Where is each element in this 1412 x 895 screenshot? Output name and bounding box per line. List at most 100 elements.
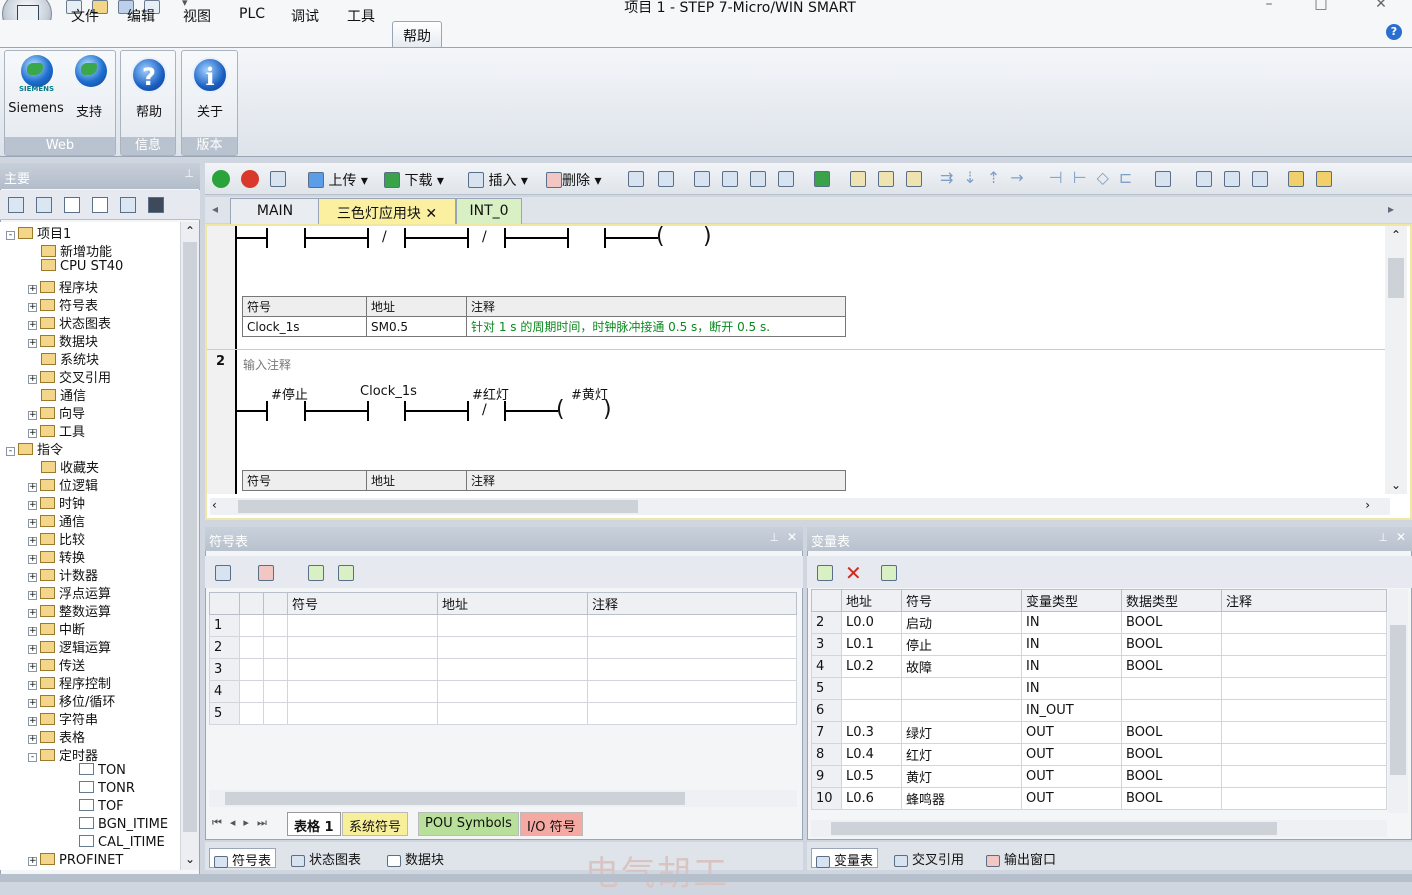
expand-icon[interactable]: + <box>28 573 37 582</box>
collapse-icon[interactable]: - <box>6 231 15 240</box>
menu-help[interactable]: 帮助 <box>392 21 442 48</box>
tree-item[interactable]: + 符号表 <box>28 295 98 314</box>
expand-icon[interactable]: + <box>28 591 37 600</box>
tree-item[interactable]: TOF <box>66 799 124 817</box>
menu-edit[interactable]: 编辑 <box>127 4 155 26</box>
scroll-thumb[interactable] <box>831 822 1277 835</box>
tree-item[interactable]: + 中断 <box>28 619 85 638</box>
scroll-thumb[interactable] <box>238 500 638 513</box>
tree-item[interactable]: TON <box>66 763 126 781</box>
tree-scrollbar[interactable]: ⌃ ⌄ <box>180 222 199 870</box>
table-row[interactable]: 4 L0.2 故障 IN BOOL <box>811 655 1387 678</box>
tab-scroll-right-icon[interactable]: ▸ <box>1388 202 1394 216</box>
tab-scroll-left-icon[interactable]: ◂ <box>212 202 218 216</box>
variable-vertical-scrollbar[interactable] <box>1388 589 1408 813</box>
tree-item[interactable]: + 移位/循环 <box>28 691 115 710</box>
toolbar-icon-3[interactable] <box>694 171 710 187</box>
tree-item[interactable]: 通信 <box>28 385 86 404</box>
tree-item[interactable]: TONR <box>66 781 135 799</box>
tree-item[interactable]: + 通信 <box>28 511 85 530</box>
expand-icon[interactable]: + <box>28 285 37 294</box>
tree-item[interactable]: + 比较 <box>28 529 85 548</box>
tree-item[interactable]: + 浮点运算 <box>28 583 111 602</box>
tree-item[interactable]: + 位逻辑 <box>28 475 98 494</box>
tab-variable-table[interactable]: 变量表 <box>811 848 879 869</box>
table-row[interactable]: 3 <box>209 658 797 681</box>
collapse-icon[interactable]: - <box>6 447 15 456</box>
table-row[interactable]: 10 L0.6 蜂鸣器 OUT BOOL <box>811 787 1387 810</box>
scroll-up-icon[interactable]: ⌃ <box>185 224 195 238</box>
variable-icon-3[interactable] <box>881 565 897 581</box>
expand-icon[interactable]: + <box>28 699 37 708</box>
ladder-instruction-icons[interactable]: ⇉⇣⇡→ ⊣⊢◇⊏ <box>940 168 1142 187</box>
insert-row-icon[interactable] <box>215 565 231 581</box>
toolbar-icon-7[interactable] <box>814 171 830 187</box>
minimize-button[interactable]: – <box>1254 0 1284 12</box>
table-row[interactable]: 2 L0.0 启动 IN BOOL <box>811 611 1387 634</box>
table-row[interactable]: 5 IN <box>811 677 1387 700</box>
toolbar-icon-5[interactable] <box>750 171 766 187</box>
insert-variable-icon[interactable] <box>817 565 833 581</box>
tree-item[interactable]: + 字符串 <box>28 709 98 728</box>
table-row[interactable]: 4 <box>209 680 797 703</box>
expand-icon[interactable]: + <box>28 519 37 528</box>
expand-icon[interactable]: + <box>28 857 37 866</box>
scroll-down-icon[interactable]: ⌄ <box>185 852 195 866</box>
table-row[interactable]: 9 L0.5 黄灯 OUT BOOL <box>811 765 1387 788</box>
tree-item[interactable]: CAL_ITIME <box>66 835 165 853</box>
expand-icon[interactable]: + <box>28 429 37 438</box>
tab-io-symbols[interactable]: I/O 符号 <box>520 812 583 836</box>
symbol-icon-2[interactable] <box>338 565 354 581</box>
stop-icon[interactable] <box>241 170 259 188</box>
tree-item[interactable]: + 时钟 <box>28 493 85 512</box>
tree-item[interactable]: 收藏夹 <box>28 457 99 476</box>
menu-tools[interactable]: 工具 <box>347 4 375 26</box>
scroll-down-icon[interactable]: ⌄ <box>1391 478 1401 492</box>
operand-stop[interactable]: #停止 <box>271 384 308 403</box>
run-icon[interactable] <box>212 170 230 188</box>
tree-item[interactable]: - 定时器 <box>28 745 98 764</box>
scroll-thumb[interactable] <box>1388 258 1404 298</box>
menu-view[interactable]: 视图 <box>183 4 211 26</box>
table-row[interactable]: 7 L0.3 绿灯 OUT BOOL <box>811 721 1387 744</box>
panel-close-icon[interactable]: ✕ <box>787 530 797 544</box>
table-row[interactable]: 5 <box>209 702 797 725</box>
tab-three-color-light[interactable]: 三色灯应用块 ✕ <box>318 198 456 224</box>
help-icon[interactable]: ? <box>1386 24 1402 40</box>
tab-pou-symbols[interactable]: POU Symbols <box>418 812 519 836</box>
tree-item[interactable]: + 程序控制 <box>28 673 111 692</box>
tree-item[interactable]: + 计数器 <box>28 565 98 584</box>
table-row[interactable]: 2 <box>209 636 797 659</box>
collapse-icon[interactable]: - <box>28 753 37 762</box>
lock-icon[interactable] <box>850 171 866 187</box>
support-button[interactable]: 支持 <box>59 101 119 120</box>
tab-main[interactable]: MAIN <box>230 198 320 224</box>
scroll-left-icon[interactable]: ‹ <box>212 498 217 512</box>
tree-item[interactable]: - 指令 <box>6 439 63 458</box>
scroll-thumb[interactable] <box>183 242 197 832</box>
tree-item[interactable]: + 状态图表 <box>28 313 111 332</box>
table-row[interactable]: 3 L0.1 停止 IN BOOL <box>811 633 1387 656</box>
compile-icon[interactable] <box>270 171 286 187</box>
toolbar-icon-14[interactable] <box>1316 171 1332 187</box>
toolbar-icon-12[interactable] <box>1252 171 1268 187</box>
tree-item[interactable]: + 传送 <box>28 655 85 674</box>
tree-item[interactable]: + 逻辑运算 <box>28 637 111 656</box>
tab-cross-reference[interactable]: 交叉引用 <box>890 848 968 868</box>
expand-icon[interactable]: + <box>28 645 37 654</box>
toolbar-icon-1[interactable] <box>628 171 644 187</box>
expand-icon[interactable]: + <box>28 681 37 690</box>
window-icon[interactable] <box>120 197 136 213</box>
tab-output-window[interactable]: 输出窗口 <box>982 848 1060 868</box>
tree-item[interactable]: BGN_ITIME <box>66 817 168 835</box>
siemens-button[interactable]: Siemens <box>6 101 66 116</box>
expand-icon[interactable]: + <box>28 375 37 384</box>
toolbar-icon-11[interactable] <box>1224 171 1240 187</box>
toolbar-icon-2[interactable] <box>658 171 674 187</box>
monitor-icon[interactable] <box>148 197 164 213</box>
tree-item[interactable]: + 表格 <box>28 727 85 746</box>
expand-icon[interactable]: + <box>28 321 37 330</box>
tab-symbol-table[interactable]: 符号表 <box>209 848 277 869</box>
toolbar-icon-10[interactable] <box>1196 171 1212 187</box>
scroll-thumb[interactable] <box>1390 625 1406 775</box>
